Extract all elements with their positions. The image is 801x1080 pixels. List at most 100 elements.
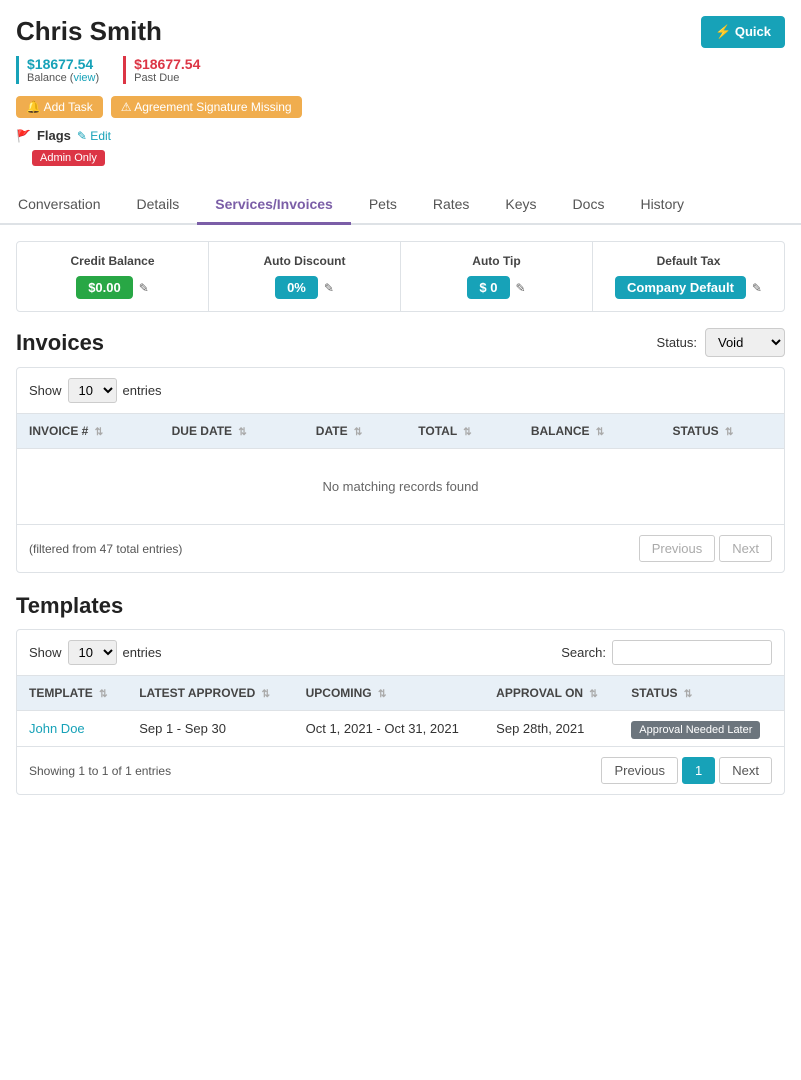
tab-services-invoices[interactable]: Services/Invoices bbox=[197, 186, 351, 225]
invoices-pagination: Previous Next bbox=[639, 535, 772, 562]
templates-showing-text: Showing 1 to 1 of 1 entries bbox=[29, 764, 171, 778]
auto-tip-value-row: $ 0 ✎ bbox=[467, 276, 525, 299]
upcoming-cell: Oct 1, 2021 - Oct 31, 2021 bbox=[294, 711, 485, 747]
tab-rates[interactable]: Rates bbox=[415, 186, 488, 225]
default-tax-edit-icon[interactable]: ✎ bbox=[752, 281, 762, 295]
invoices-table-wrapper: Show 10 25 50 entries INVOICE # ⇅ DUE DA… bbox=[16, 367, 785, 573]
invoices-next-button[interactable]: Next bbox=[719, 535, 772, 562]
invoices-prev-button[interactable]: Previous bbox=[639, 535, 716, 562]
auto-discount-edit-icon[interactable]: ✎ bbox=[324, 281, 334, 295]
balance-row: $18677.54 Balance (view) $18677.54 Past … bbox=[0, 56, 801, 90]
auto-discount-value: 0% bbox=[275, 276, 318, 299]
templates-show-label: Show bbox=[29, 645, 62, 660]
credit-balance-card: Credit Balance $0.00 ✎ bbox=[17, 242, 209, 311]
past-due-amount: $18677.54 bbox=[134, 56, 200, 72]
auto-tip-edit-icon[interactable]: ✎ bbox=[516, 281, 526, 295]
auto-tip-title: Auto Tip bbox=[417, 254, 576, 268]
balance-amount: $18677.54 bbox=[27, 56, 99, 72]
templates-search-input[interactable] bbox=[612, 640, 772, 665]
sort-icon-invoice: ⇅ bbox=[95, 427, 103, 438]
tab-details[interactable]: Details bbox=[119, 186, 198, 225]
invoices-table-header-row: INVOICE # ⇅ DUE DATE ⇅ DATE ⇅ TOTAL ⇅ BA… bbox=[17, 414, 784, 449]
col-upcoming: UPCOMING ⇅ bbox=[294, 676, 485, 711]
page-header: Chris Smith ⚡ Quick bbox=[0, 0, 801, 56]
admin-badge-row: Admin Only bbox=[0, 147, 801, 174]
templates-entries-label: entries bbox=[123, 645, 162, 660]
sort-icon-due-date: ⇅ bbox=[238, 427, 246, 438]
col-date: DATE ⇅ bbox=[304, 414, 407, 449]
invoices-show-row: Show 10 25 50 entries bbox=[29, 378, 162, 403]
action-row: 🔔 Add Task ⚠ Agreement Signature Missing bbox=[0, 90, 801, 124]
balance-view-link[interactable]: view bbox=[73, 72, 95, 84]
status-filter: Status: Void Paid Unpaid All bbox=[657, 328, 785, 357]
add-task-button[interactable]: 🔔 Add Task bbox=[16, 96, 103, 118]
templates-pagination: Previous 1 Next bbox=[601, 757, 772, 784]
templates-title: Templates bbox=[16, 593, 123, 619]
templates-table-wrapper: Show 10 25 50 entries Search: TEMPLATE ⇅… bbox=[16, 629, 785, 795]
balance-item: $18677.54 Balance (view) bbox=[16, 56, 99, 84]
templates-section: Templates Show 10 25 50 entries Search: … bbox=[16, 593, 785, 795]
sort-icon-template-status: ⇅ bbox=[684, 689, 692, 700]
past-due-item: $18677.54 Past Due bbox=[123, 56, 200, 84]
tab-pets[interactable]: Pets bbox=[351, 186, 415, 225]
invoices-header: Invoices Status: Void Paid Unpaid All bbox=[16, 328, 785, 357]
edit-link[interactable]: ✎ Edit bbox=[77, 129, 111, 143]
sort-icon-date: ⇅ bbox=[354, 427, 362, 438]
latest-approved-cell: Sep 1 - Sep 30 bbox=[127, 711, 293, 747]
templates-search-label: Search: bbox=[561, 645, 606, 660]
templates-table-footer: Showing 1 to 1 of 1 entries Previous 1 N… bbox=[17, 747, 784, 794]
past-due-label: Past Due bbox=[134, 72, 200, 84]
invoices-table: INVOICE # ⇅ DUE DATE ⇅ DATE ⇅ TOTAL ⇅ BA… bbox=[17, 413, 784, 525]
col-template-status: STATUS ⇅ bbox=[619, 676, 784, 711]
table-row: John Doe Sep 1 - Sep 30 Oct 1, 2021 - Oc… bbox=[17, 711, 784, 747]
status-select[interactable]: Void Paid Unpaid All bbox=[705, 328, 785, 357]
auto-discount-value-row: 0% ✎ bbox=[275, 276, 334, 299]
templates-next-button[interactable]: Next bbox=[719, 757, 772, 784]
quick-button[interactable]: ⚡ Quick bbox=[701, 16, 785, 48]
flags-label: Flags bbox=[37, 128, 71, 143]
tab-bar: Conversation Details Services/Invoices P… bbox=[0, 186, 801, 225]
tab-history[interactable]: History bbox=[622, 186, 702, 225]
default-tax-value: Company Default bbox=[615, 276, 746, 299]
client-name: Chris Smith bbox=[16, 16, 162, 47]
credit-balance-value-row: $0.00 ✎ bbox=[76, 276, 149, 299]
templates-page-1-button[interactable]: 1 bbox=[682, 757, 715, 784]
tab-conversation[interactable]: Conversation bbox=[0, 186, 119, 225]
summary-cards: Credit Balance $0.00 ✎ Auto Discount 0% … bbox=[16, 241, 785, 312]
templates-table: TEMPLATE ⇅ LATEST APPROVED ⇅ UPCOMING ⇅ … bbox=[17, 675, 784, 747]
tab-docs[interactable]: Docs bbox=[555, 186, 623, 225]
col-invoice-num: INVOICE # ⇅ bbox=[17, 414, 160, 449]
col-template: TEMPLATE ⇅ bbox=[17, 676, 127, 711]
templates-search-row: Search: bbox=[561, 640, 772, 665]
col-latest-approved: LATEST APPROVED ⇅ bbox=[127, 676, 293, 711]
credit-balance-title: Credit Balance bbox=[33, 254, 192, 268]
flags-row: 🚩 Flags ✎ Edit bbox=[0, 124, 801, 147]
col-balance: BALANCE ⇅ bbox=[519, 414, 661, 449]
col-approval-on: APPROVAL ON ⇅ bbox=[484, 676, 619, 711]
credit-balance-edit-icon[interactable]: ✎ bbox=[139, 281, 149, 295]
template-status-cell: Approval Needed Later bbox=[619, 711, 784, 747]
invoices-table-controls: Show 10 25 50 entries bbox=[17, 368, 784, 413]
flag-icon: 🚩 bbox=[16, 129, 31, 143]
templates-show-row: Show 10 25 50 entries bbox=[29, 640, 162, 665]
template-name-cell: John Doe bbox=[17, 711, 127, 747]
template-link[interactable]: John Doe bbox=[29, 721, 85, 736]
approval-badge: Approval Needed Later bbox=[631, 721, 760, 739]
invoices-entries-select[interactable]: 10 25 50 bbox=[68, 378, 117, 403]
templates-prev-button[interactable]: Previous bbox=[601, 757, 678, 784]
default-tax-title: Default Tax bbox=[609, 254, 768, 268]
agreement-button[interactable]: ⚠ Agreement Signature Missing bbox=[111, 96, 302, 118]
col-due-date: DUE DATE ⇅ bbox=[160, 414, 304, 449]
default-tax-value-row: Company Default ✎ bbox=[615, 276, 762, 299]
invoices-table-footer: (filtered from 47 total entries) Previou… bbox=[17, 525, 784, 572]
templates-table-controls: Show 10 25 50 entries Search: bbox=[17, 630, 784, 675]
tab-keys[interactable]: Keys bbox=[487, 186, 554, 225]
sort-icon-status: ⇅ bbox=[725, 427, 733, 438]
no-records-cell: No matching records found bbox=[17, 449, 784, 525]
col-status: STATUS ⇅ bbox=[660, 414, 784, 449]
col-total: TOTAL ⇅ bbox=[406, 414, 519, 449]
approval-on-cell: Sep 28th, 2021 bbox=[484, 711, 619, 747]
templates-entries-select[interactable]: 10 25 50 bbox=[68, 640, 117, 665]
invoices-show-label: Show bbox=[29, 383, 62, 398]
templates-header: Templates bbox=[16, 593, 785, 619]
